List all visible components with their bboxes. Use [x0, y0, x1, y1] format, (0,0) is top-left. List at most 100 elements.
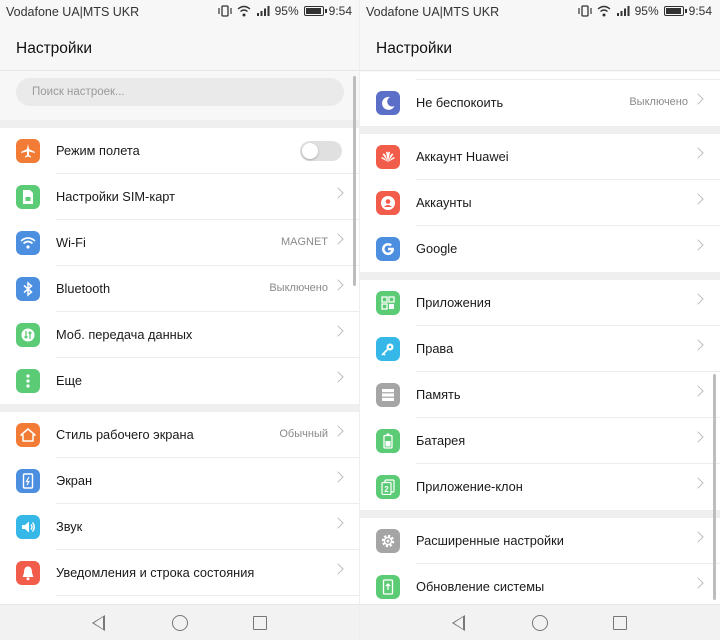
home-icon [16, 423, 40, 447]
status-bar: Vodafone UA|MTS UKR 95% 9:54 [0, 0, 359, 24]
setting-battery[interactable]: Батарея [360, 418, 720, 464]
chevron-right-icon [332, 325, 344, 337]
setting-label: Приложения [416, 295, 491, 310]
display-icon [16, 469, 40, 493]
battery-percent: 95% [274, 4, 299, 18]
setting-wifi[interactable]: Wi-Fi MAGNET [0, 220, 359, 266]
home-button-icon[interactable] [172, 615, 188, 631]
setting-partial-next [0, 596, 359, 604]
battery-icon [663, 6, 687, 16]
recent-apps-icon[interactable] [253, 616, 267, 630]
navigation-bar [360, 604, 720, 640]
scrollbar[interactable] [353, 76, 356, 286]
setting-label: Стиль рабочего экрана [56, 427, 194, 442]
airplane-mode-toggle[interactable] [300, 141, 342, 161]
settings-list[interactable]: Режим полета Настройки SIM-карт Wi-Fi MA… [0, 72, 359, 604]
setting-label: Моб. передача данных [56, 327, 193, 342]
storage-icon [376, 383, 400, 407]
chevron-right-icon [692, 339, 704, 351]
chevron-right-icon [332, 425, 344, 437]
chevron-right-icon [332, 471, 344, 483]
page-title: Настройки [16, 40, 93, 57]
recent-apps-icon[interactable] [613, 616, 627, 630]
back-icon[interactable] [92, 615, 105, 631]
chevron-right-icon [692, 93, 704, 105]
app-clone-icon: 2 [376, 475, 400, 499]
setting-more[interactable]: Еще [0, 358, 359, 404]
setting-label: Еще [56, 373, 83, 388]
clock: 9:54 [328, 4, 352, 18]
more-icon [16, 369, 40, 393]
back-icon[interactable] [452, 615, 465, 631]
sound-icon [16, 515, 40, 539]
vibrate-icon [578, 5, 592, 17]
title-bar: Настройки [360, 24, 720, 71]
battery-icon [303, 6, 327, 16]
setting-accounts[interactable]: Аккаунты [360, 180, 720, 226]
search-input[interactable] [16, 78, 344, 106]
setting-value: Обычный [279, 428, 328, 440]
setting-system-update[interactable]: Обновление системы [360, 564, 720, 604]
wifi-status-icon [597, 5, 611, 17]
battery-icon [376, 429, 400, 453]
setting-notifications[interactable]: Уведомления и строка состояния [0, 550, 359, 596]
setting-sim-cards[interactable]: Настройки SIM-карт [0, 174, 359, 220]
chevron-right-icon [332, 517, 344, 529]
setting-label: Bluetooth [56, 281, 111, 296]
title-bar: Настройки [0, 24, 359, 71]
setting-storage[interactable]: Память [360, 372, 720, 418]
setting-value: MAGNET [280, 236, 328, 248]
chevron-right-icon [692, 577, 704, 589]
carrier-label: Vodafone UA|MTS UKR [6, 5, 140, 19]
chevron-right-icon [332, 279, 344, 291]
huawei-icon [376, 145, 400, 169]
setting-label: Приложение-клон [416, 479, 523, 494]
apps-icon [376, 291, 400, 315]
chevron-right-icon [332, 371, 344, 383]
signal-icon [616, 6, 630, 16]
settings-pane-left: Vodafone UA|MTS UKR 95% 9:54 Настройки Р… [0, 0, 360, 640]
key-icon [376, 337, 400, 361]
wifi-icon [16, 231, 40, 255]
setting-app-clone[interactable]: 2 Приложение-клон [360, 464, 720, 510]
moon-icon [376, 91, 400, 115]
setting-label: Память [416, 387, 461, 402]
setting-sound[interactable]: Звук [0, 504, 359, 550]
setting-bluetooth[interactable]: Bluetooth Выключено [0, 266, 359, 312]
scrollbar[interactable] [713, 374, 716, 600]
settings-list[interactable]: Не беспокоить Выключено Аккаунт Huawei А… [360, 72, 720, 604]
setting-home-screen-style[interactable]: Стиль рабочего экрана Обычный [0, 412, 359, 458]
chevron-right-icon [692, 147, 704, 159]
chevron-right-icon [332, 187, 344, 199]
system-update-icon [376, 575, 400, 599]
setting-label: Права [416, 341, 454, 356]
setting-label: Google [416, 241, 458, 256]
chevron-right-icon [692, 193, 704, 205]
setting-advanced[interactable]: Расширенные настройки [360, 518, 720, 564]
setting-label: Не беспокоить [416, 95, 504, 110]
setting-google[interactable]: Google [360, 226, 720, 272]
vibrate-icon [218, 5, 232, 17]
setting-apps[interactable]: Приложения [360, 280, 720, 326]
account-icon [376, 191, 400, 215]
chevron-right-icon [692, 293, 704, 305]
navigation-bar [0, 604, 359, 640]
chevron-right-icon [692, 239, 704, 251]
setting-display[interactable]: Экран [0, 458, 359, 504]
chevron-right-icon [332, 233, 344, 245]
google-icon [376, 237, 400, 261]
setting-label: Wi-Fi [56, 235, 86, 250]
setting-airplane-mode[interactable]: Режим полета [0, 128, 359, 174]
setting-label: Режим полета [56, 143, 140, 158]
clock: 9:54 [688, 4, 712, 18]
carrier-label: Vodafone UA|MTS UKR [366, 5, 500, 19]
signal-icon [256, 6, 270, 16]
setting-huawei-account[interactable]: Аккаунт Huawei [360, 134, 720, 180]
setting-do-not-disturb[interactable]: Не беспокоить Выключено [360, 80, 720, 126]
setting-label: Обновление системы [416, 579, 545, 594]
home-button-icon[interactable] [532, 615, 548, 631]
setting-permissions[interactable]: Права [360, 326, 720, 372]
chevron-right-icon [692, 531, 704, 543]
setting-mobile-data[interactable]: Моб. передача данных [0, 312, 359, 358]
bluetooth-icon [16, 277, 40, 301]
